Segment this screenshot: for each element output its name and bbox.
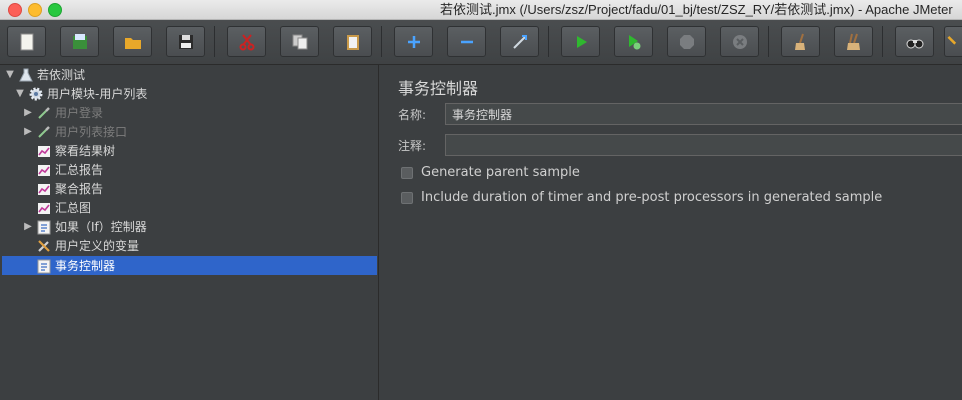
toggle-wand-icon <box>512 34 527 49</box>
tree-item-label: 用户列表接口 <box>55 125 128 139</box>
thread-group-gear-icon <box>28 86 44 102</box>
play-no-pause-icon <box>628 34 640 49</box>
tree-item[interactable]: 汇总报告 <box>34 160 103 179</box>
listener-chart-icon <box>36 200 52 216</box>
broom-icon <box>794 33 805 50</box>
toggle-button[interactable] <box>500 26 539 57</box>
search-button[interactable] <box>895 26 934 57</box>
checkbox-label: Include duration of timer and pre-post p… <box>421 190 883 205</box>
shutdown-icon <box>732 34 747 49</box>
paste-button[interactable] <box>333 26 372 57</box>
minimize-window-button[interactable] <box>28 3 42 17</box>
open-folder-icon <box>124 37 141 49</box>
collapse-all-button[interactable] <box>447 26 486 57</box>
tree-item[interactable]: 察看结果树 <box>34 141 115 160</box>
clear-button[interactable] <box>781 26 820 57</box>
tree-item-label: 用户定义的变量 <box>55 239 140 253</box>
stop-button[interactable] <box>667 26 706 57</box>
name-label: 名称: <box>398 108 427 122</box>
tree-thread-group[interactable]: ▼ 用户模块-用户列表 <box>14 84 147 103</box>
tree-root[interactable]: ▼ 若依测试 <box>4 65 85 84</box>
start-no-pauses-button[interactable] <box>614 26 653 57</box>
tree-item-label: 用户登录 <box>55 106 104 120</box>
listener-chart-icon <box>36 181 52 197</box>
tools-icon <box>36 238 52 254</box>
close-window-button[interactable] <box>8 3 22 17</box>
tree-item[interactable]: ▶ 用户列表接口 <box>22 122 127 141</box>
binoculars-icon <box>906 39 923 48</box>
sampler-pipette-icon <box>36 105 52 121</box>
tree-item-label: 汇总报告 <box>55 163 104 177</box>
tree-item[interactable]: 汇总图 <box>34 198 91 217</box>
tree-item[interactable]: 用户定义的变量 <box>34 236 139 255</box>
tree-item-label: 聚合报告 <box>55 182 104 196</box>
controller-icon <box>36 219 52 235</box>
window-titlebar: 若依测试.jmx (/Users/zsz/Project/fadu/01_bj/… <box>0 0 962 20</box>
templates-button[interactable] <box>60 26 99 57</box>
plus-icon <box>407 35 420 48</box>
new-button[interactable] <box>7 26 46 57</box>
tree-item-label: 如果（If）控制器 <box>55 220 147 234</box>
open-button[interactable] <box>113 26 152 57</box>
save-button[interactable] <box>166 26 205 57</box>
tree-thread-group-label: 用户模块-用户列表 <box>47 87 148 101</box>
zoom-window-button[interactable] <box>48 3 62 17</box>
checkbox-box[interactable] <box>401 191 413 204</box>
expand-all-button[interactable] <box>394 26 433 57</box>
tree-item[interactable]: 聚合报告 <box>34 179 103 198</box>
panel-title: 事务控制器 <box>398 79 479 98</box>
reset-search-button[interactable] <box>944 26 962 57</box>
include-duration-checkbox[interactable]: Include duration of timer and pre-post p… <box>401 190 882 205</box>
checkbox-box[interactable] <box>401 166 413 179</box>
sampler-pipette-icon <box>36 124 52 140</box>
checkbox-label: Generate parent sample <box>421 165 580 180</box>
listener-chart-icon <box>36 143 52 159</box>
name-field[interactable] <box>445 103 962 125</box>
clear-all-button[interactable] <box>834 26 873 57</box>
copy-icon <box>292 34 307 49</box>
expand-arrow-icon[interactable]: ▼ <box>14 88 26 99</box>
tree-item[interactable]: ▶ 用户登录 <box>22 103 103 122</box>
reset-search-icon <box>947 35 957 45</box>
minus-icon <box>460 40 473 43</box>
templates-icon <box>72 33 87 49</box>
test-plan-tree: ▼ 若依测试 ▼ 用户模块-用户列表 ▶ 用户登录 ▶ 用户列表接口 察看结果树 <box>0 65 379 400</box>
generate-parent-sample-checkbox[interactable]: Generate parent sample <box>401 165 580 180</box>
comment-label: 注释: <box>398 139 427 153</box>
transaction-controller-panel: 事务控制器 名称: 注释: Generate parent sample Inc… <box>379 65 962 400</box>
tree-item-label: 事务控制器 <box>55 259 116 273</box>
shutdown-button[interactable] <box>720 26 759 57</box>
tree-item[interactable]: ▶ 如果（If）控制器 <box>22 217 147 236</box>
tree-item-label: 汇总图 <box>55 201 92 215</box>
cut-button[interactable] <box>227 26 266 57</box>
collapsed-arrow-icon[interactable]: ▶ <box>22 221 34 232</box>
save-disk-icon <box>178 34 193 49</box>
clipboard-icon <box>346 34 359 50</box>
tree-item-label: 察看结果树 <box>55 144 116 158</box>
new-file-icon <box>20 33 33 50</box>
scissors-icon <box>239 33 254 50</box>
play-icon <box>576 35 587 48</box>
stop-octagon-icon <box>679 34 694 49</box>
copy-button[interactable] <box>280 26 319 57</box>
test-plan-flask-icon <box>18 67 34 83</box>
comment-field[interactable] <box>445 134 962 156</box>
main-toolbar <box>0 20 962 65</box>
start-button[interactable] <box>561 26 600 57</box>
tree-root-label: 若依测试 <box>37 68 86 82</box>
expand-arrow-icon[interactable]: ▼ <box>4 69 16 80</box>
collapsed-arrow-icon[interactable]: ▶ <box>22 107 34 118</box>
window-title: 若依测试.jmx (/Users/zsz/Project/fadu/01_bj/… <box>440 2 953 17</box>
listener-chart-icon <box>36 162 52 178</box>
controller-icon <box>36 258 52 274</box>
collapsed-arrow-icon[interactable]: ▶ <box>22 126 34 137</box>
broom-all-icon <box>846 33 860 50</box>
tree-item-selected[interactable]: 事务控制器 <box>2 256 377 275</box>
